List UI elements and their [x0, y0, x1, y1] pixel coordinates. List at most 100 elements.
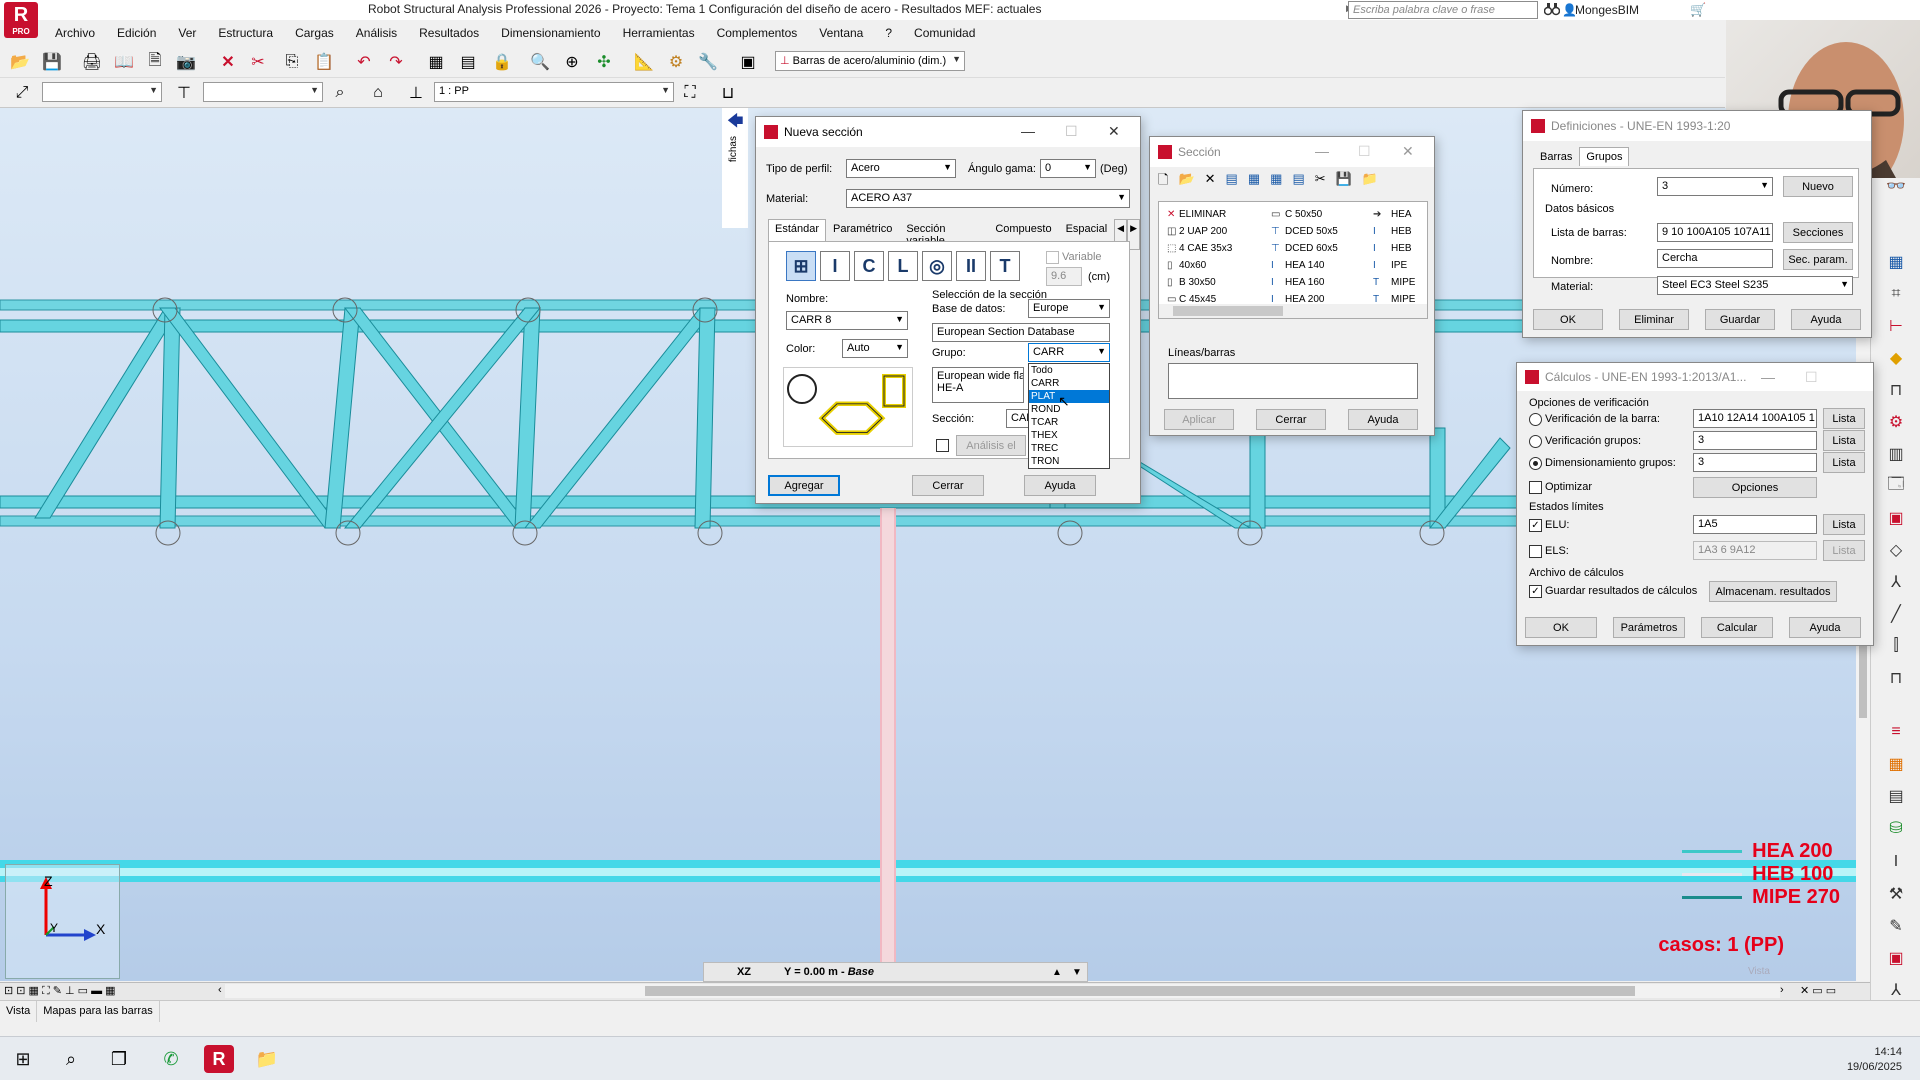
save-icon[interactable]: 💾	[1336, 171, 1352, 193]
verif-grupos-input[interactable]: 3	[1693, 431, 1817, 450]
material-icon[interactable]: ◆	[1883, 346, 1909, 370]
nuevo-button[interactable]: Nuevo	[1783, 176, 1853, 197]
folder-icon[interactable]: 📁	[1362, 171, 1378, 193]
section-item[interactable]: MIPE	[1391, 274, 1415, 291]
grupo-option[interactable]: TREC	[1029, 442, 1109, 455]
horizontal-scrollbar[interactable]	[225, 984, 1780, 998]
almacenam-button[interactable]: Almacenam. resultados	[1709, 581, 1837, 602]
guardar-checkbox[interactable]: ✓	[1529, 585, 1542, 598]
base-datos-select[interactable]: Europe ▼	[1028, 299, 1110, 318]
system-clock[interactable]: 14:14 19/06/2025	[1847, 1045, 1902, 1075]
material-select[interactable]: ACERO A37 ▼	[846, 189, 1130, 208]
sec-param-button[interactable]: Sec. param.	[1783, 249, 1853, 270]
tab-vista[interactable]: Vista	[0, 1001, 38, 1022]
scroll-left-icon[interactable]: ‹	[218, 984, 222, 996]
lista-button[interactable]: Lista	[1823, 540, 1865, 561]
optimizar-checkbox[interactable]	[1529, 481, 1542, 494]
node-icon[interactable]: ⅄	[1883, 570, 1909, 594]
save-icon[interactable]: 💾	[40, 50, 64, 74]
grupo-option[interactable]: CARR	[1029, 377, 1109, 390]
section-item[interactable]: C 50x50	[1285, 206, 1338, 223]
scroll-right-icon[interactable]: ›	[1780, 984, 1784, 996]
nombre-select[interactable]: CARR 8 ▼	[786, 311, 908, 330]
numero-select[interactable]: 3 ▼	[1657, 177, 1773, 196]
delete-icon[interactable]: ✕	[216, 50, 240, 74]
view-small-icon[interactable]: ▦	[1248, 171, 1260, 193]
shape-icon[interactable]: ◇	[1883, 538, 1909, 562]
dim-grupos-radio[interactable]	[1529, 457, 1542, 470]
parametros-button[interactable]: Parámetros	[1613, 617, 1685, 638]
agregar-button[interactable]: Agregar	[768, 475, 840, 496]
verif-barra-radio[interactable]	[1529, 413, 1542, 426]
page-setup-icon[interactable]: 🗎	[143, 50, 167, 74]
app-logo[interactable]: R PRO	[4, 2, 38, 38]
menu-ventana[interactable]: Ventana	[808, 24, 874, 44]
section-item[interactable]: 40x60	[1179, 257, 1232, 274]
grid-icon[interactable]: ▥	[1883, 442, 1909, 466]
table-icon[interactable]: ▦	[1883, 250, 1909, 274]
double-section-button[interactable]: II	[956, 251, 986, 281]
support2-icon[interactable]: ⅄	[1883, 978, 1909, 1002]
tube-section-button[interactable]: ◎	[922, 251, 952, 281]
design-icon[interactable]: ⛁	[1883, 816, 1909, 840]
l-section-button[interactable]: L	[888, 251, 918, 281]
case-next-icon[interactable]: ⊔	[716, 81, 740, 105]
ok-button[interactable]: OK	[1533, 309, 1603, 330]
scrollbar-thumb[interactable]	[645, 986, 1635, 996]
section-item[interactable]: DCED 50x5	[1285, 223, 1338, 240]
menu-cargas[interactable]: Cargas	[284, 24, 345, 44]
guardar-button[interactable]: Guardar	[1705, 309, 1775, 330]
calc-icon[interactable]: 🗔	[1883, 474, 1909, 498]
grupo-select[interactable]: CARR ▼	[1028, 343, 1110, 362]
ayuda-button[interactable]: Ayuda	[1791, 309, 1861, 330]
section-item[interactable]: HEA	[1391, 206, 1415, 223]
open-icon[interactable]: 📂	[1178, 171, 1194, 193]
whatsapp-icon[interactable]: ✆	[156, 1045, 186, 1073]
angulo-select[interactable]: 0 ▼	[1040, 159, 1096, 178]
section-item[interactable]: B 30x50	[1179, 274, 1232, 291]
scrollbar-thumb[interactable]	[1173, 306, 1283, 316]
search-input[interactable]: Escriba palabra clave o frase	[1348, 1, 1538, 19]
task-view-icon[interactable]: ❐	[104, 1045, 134, 1073]
cerrar-button[interactable]: Cerrar	[1256, 409, 1326, 430]
view-list-icon[interactable]: ▤	[1226, 171, 1238, 193]
material-select[interactable]: Steel EC3 Steel S235 ▼	[1657, 276, 1853, 295]
section-item[interactable]: 4 CAE 35x3	[1179, 240, 1232, 257]
variable-checkbox[interactable]	[1046, 251, 1059, 264]
maximize-icon[interactable]: ☐	[1358, 143, 1371, 160]
cut-icon[interactable]: ✂	[246, 50, 270, 74]
layout-icon[interactable]: ▣	[736, 50, 760, 74]
section-item[interactable]: HEA 160	[1285, 274, 1338, 291]
menu-analisis[interactable]: Análisis	[345, 24, 408, 44]
ok-button[interactable]: OK	[1525, 617, 1597, 638]
delete-icon[interactable]: ✕	[1205, 171, 1216, 193]
tools-icon[interactable]: 🔧	[696, 50, 720, 74]
els-checkbox[interactable]	[1529, 545, 1542, 558]
plane-label[interactable]: XZ	[704, 966, 784, 978]
beam-icon[interactable]: ≡	[1883, 720, 1909, 744]
support-icon[interactable]: ⊓	[1883, 378, 1909, 402]
lista-button[interactable]: Lista	[1823, 408, 1865, 429]
lineas-barras-input[interactable]	[1168, 363, 1418, 399]
user-name[interactable]: MongesBIM	[1575, 3, 1639, 17]
load-case-combo[interactable]: 1 : PP ▼	[434, 82, 674, 102]
grupo-option[interactable]: THEX	[1029, 429, 1109, 442]
copy-icon[interactable]: ⎘	[280, 50, 304, 74]
binoculars-icon[interactable]	[1544, 2, 1560, 16]
selection-combo[interactable]: ▼	[42, 82, 162, 102]
close-icon[interactable]: ✕	[1402, 143, 1414, 160]
menu-resultados[interactable]: Resultados	[408, 24, 490, 44]
menu-ver[interactable]: Ver	[167, 24, 207, 44]
zoom-window-icon[interactable]: ⊕	[560, 50, 584, 74]
robot-app-icon[interactable]: R	[204, 1045, 234, 1073]
view-table-icon[interactable]: ▤	[1292, 171, 1304, 193]
lista-button[interactable]: Lista	[1823, 430, 1865, 451]
tipo-perfil-select[interactable]: Acero ▼	[846, 159, 956, 178]
aplicar-button[interactable]: Aplicar	[1164, 409, 1234, 430]
elu-checkbox[interactable]: ✓	[1529, 519, 1542, 532]
view-icons[interactable]: ⊡ ⊡ ▦ ⛶ ✎ ⊥ ▭ ▬ ▦	[4, 984, 116, 998]
redo-icon[interactable]: ↷	[384, 50, 408, 74]
menu-dimensionamiento[interactable]: Dimensionamiento	[490, 24, 611, 44]
color-select[interactable]: Auto ▼	[842, 339, 908, 358]
view-details-icon[interactable]: ▦	[1270, 171, 1282, 193]
